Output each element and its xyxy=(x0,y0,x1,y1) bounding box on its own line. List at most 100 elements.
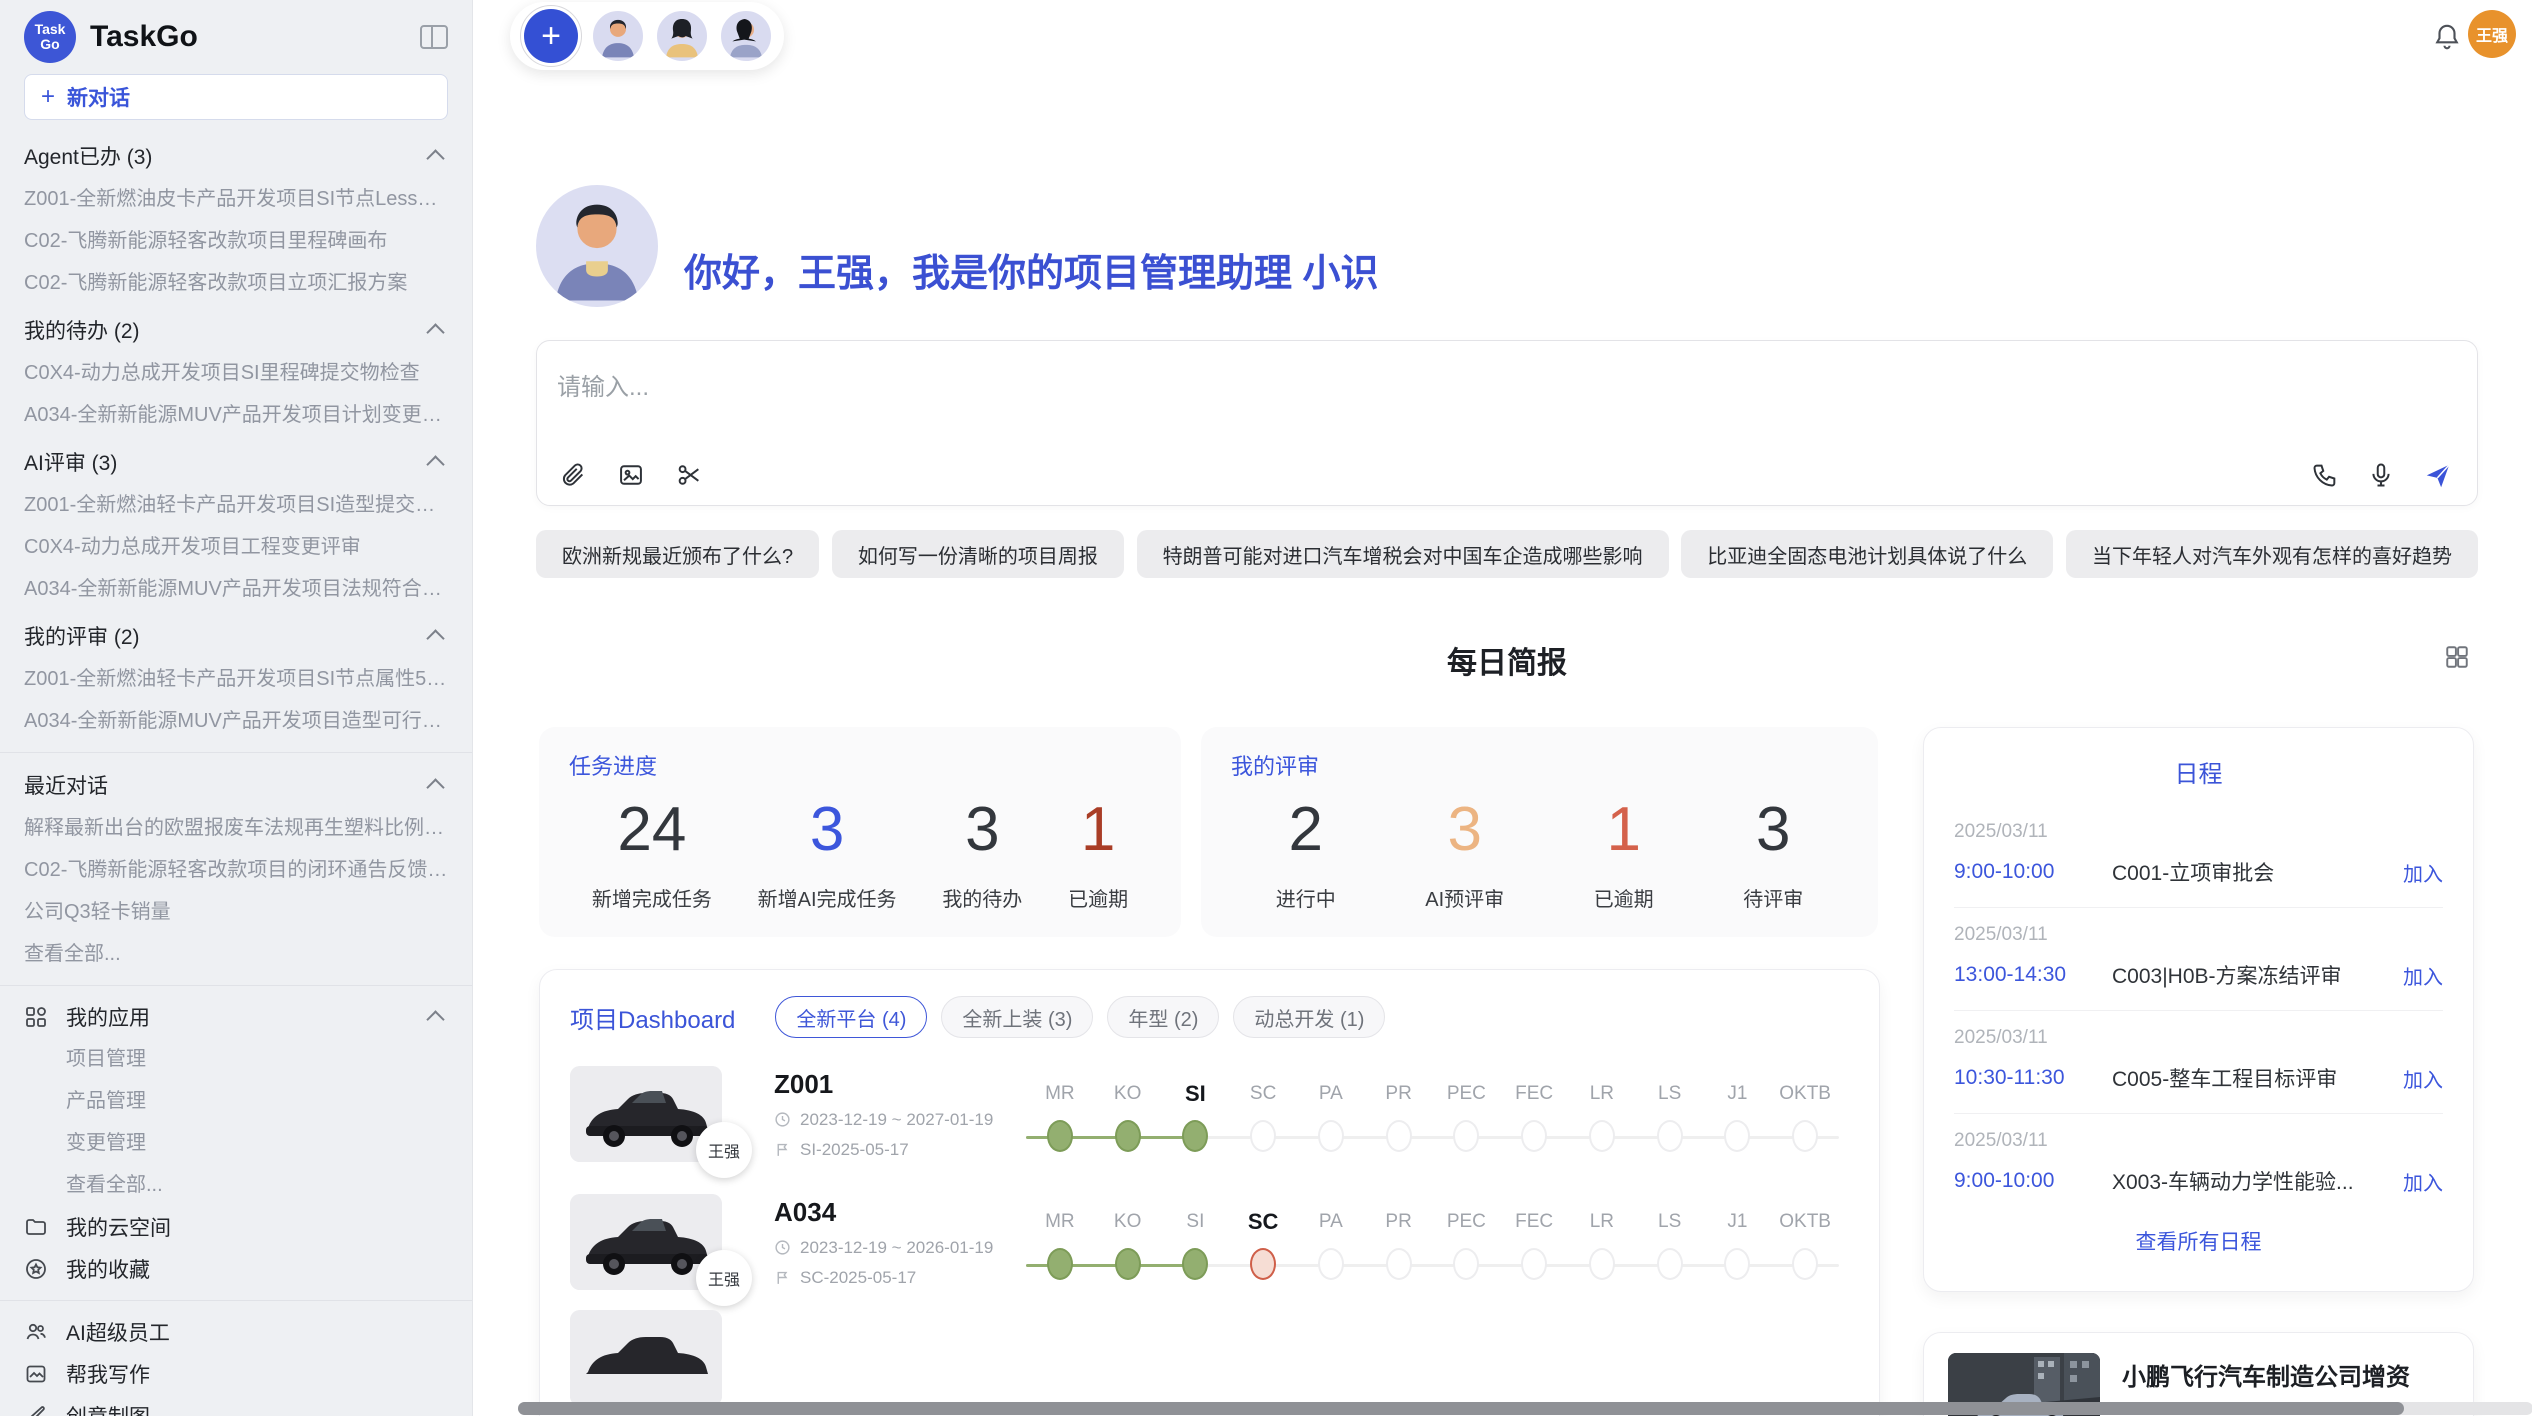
sidebar: Task Go TaskGo + 新对话 Agent已办 (3) Z001-全新… xyxy=(0,0,473,1416)
agent-avatar-2[interactable] xyxy=(654,8,710,64)
my-favorites[interactable]: 我的收藏 xyxy=(24,1248,448,1290)
recent-chat-item[interactable]: 解释最新出台的欧盟报废车法规再生塑料比例被调至15%... xyxy=(24,807,448,849)
microphone-icon[interactable] xyxy=(2367,461,2395,489)
recent-chat-item[interactable]: C02-飞腾新能源轻客改款项目的闭环通告反馈情况 xyxy=(24,849,448,891)
milestone-dot xyxy=(1453,1248,1479,1280)
section-header-agent-done[interactable]: Agent已办 (3) xyxy=(24,134,448,178)
filter-chip[interactable]: 全新平台 (4) xyxy=(775,996,927,1038)
suggestion-chip[interactable]: 欧洲新规最近颁布了什么? xyxy=(536,530,819,578)
tool-help-me-write[interactable]: 帮我写作 xyxy=(24,1353,448,1395)
input-action-tools xyxy=(2311,461,2451,489)
layout-grid-icon[interactable] xyxy=(2444,644,2470,670)
join-link[interactable]: 加入 xyxy=(2403,1167,2443,1196)
my-apps-header[interactable]: 我的应用 xyxy=(24,996,448,1038)
chevron-up-icon xyxy=(426,1010,444,1028)
scrollbar-thumb[interactable] xyxy=(518,1402,2404,1415)
sidebar-collapse-icon[interactable] xyxy=(420,25,448,49)
agent-avatar-3[interactable] xyxy=(718,8,774,64)
phone-icon[interactable] xyxy=(2311,461,2339,489)
suggestion-chip[interactable]: 比亚迪全固态电池计划具体说了什么 xyxy=(1681,530,2053,578)
send-icon[interactable] xyxy=(2423,461,2451,489)
project-row-partial xyxy=(540,1304,1879,1416)
schedule-item: 2025/03/11 13:00-14:30 C003|H0B-方案冻结评审 加… xyxy=(1954,907,2443,1010)
scissors-icon[interactable] xyxy=(675,461,703,489)
chevron-up-icon xyxy=(426,778,444,796)
schedule-title: 日程 xyxy=(1954,754,2443,789)
metric: 3 新增AI完成任务 xyxy=(758,791,897,912)
sidebar-item[interactable]: Z001-全新燃油轻卡产品开发项目SI造型提交物评审 xyxy=(24,484,448,526)
view-all-schedule-link[interactable]: 查看所有日程 xyxy=(1954,1226,2443,1256)
star-badge-icon xyxy=(24,1257,48,1281)
notification-bell-icon[interactable] xyxy=(2432,22,2462,52)
milestone-track: MR KO SI SC PA PR PEC FEC LR LS J1 OKTB xyxy=(1026,1204,1839,1280)
new-chat-button[interactable]: + 新对话 xyxy=(24,74,448,120)
sidebar-item[interactable]: Z001-全新燃油轻卡产品开发项目SI节点属性5D文件评审 xyxy=(24,658,448,700)
sidebar-item[interactable]: C0X4-动力总成开发项目工程变更评审 xyxy=(24,526,448,568)
project-row-a034[interactable]: 王强 A034 2023-12-19 ~ 2026-01-19 S xyxy=(540,1176,1879,1304)
milestone-dot-done xyxy=(1115,1248,1141,1280)
agent-avatar-1[interactable] xyxy=(590,8,646,64)
suggestion-chip[interactable]: 如何写一份清晰的项目周报 xyxy=(832,530,1124,578)
tool-ai-super-staff[interactable]: AI超级员工 xyxy=(24,1311,448,1353)
chevron-up-icon xyxy=(426,323,444,341)
milestone-dot xyxy=(1724,1120,1750,1152)
metric: 2 进行中 xyxy=(1276,791,1336,912)
milestone-dot xyxy=(1386,1120,1412,1152)
section-header-recent-chats[interactable]: 最近对话 xyxy=(24,763,448,807)
sidebar-item[interactable]: C02-飞腾新能源轻客改款项目立项汇报方案 xyxy=(24,262,448,304)
app-item-product-mgmt[interactable]: 产品管理 xyxy=(24,1080,448,1122)
join-link[interactable]: 加入 xyxy=(2403,1064,2443,1093)
suggestion-chip[interactable]: 当下年轻人对汽车外观有怎样的喜好趋势 xyxy=(2066,530,2478,578)
section-header-ai-review[interactable]: AI评审 (3) xyxy=(24,440,448,484)
chevron-up-icon xyxy=(426,629,444,647)
paperclip-icon[interactable] xyxy=(559,461,587,489)
project-owner-badge: 王强 xyxy=(696,1122,752,1178)
greeting-text: 你好，王强，我是你的项目管理助理 小识 xyxy=(684,242,1379,297)
apps-view-all[interactable]: 查看全部... xyxy=(24,1164,448,1206)
sidebar-item[interactable]: C0X4-动力总成开发项目SI里程碑提交物检查 xyxy=(24,352,448,394)
section-header-my-review[interactable]: 我的评审 (2) xyxy=(24,614,448,658)
chat-input[interactable] xyxy=(537,341,2477,433)
project-next-milestone: SC-2025-05-17 xyxy=(800,1268,916,1288)
card-title: 任务进度 xyxy=(569,749,1151,781)
sidebar-item[interactable]: A034-全新新能源MUV产品开发项目法规符合性评审 xyxy=(24,568,448,610)
join-link[interactable]: 加入 xyxy=(2403,961,2443,990)
milestone-dot-done xyxy=(1047,1120,1073,1152)
my-cloud-space[interactable]: 我的云空间 xyxy=(24,1206,448,1248)
logo-line2: Go xyxy=(40,37,59,52)
milestone-dot xyxy=(1589,1120,1615,1152)
input-attachment-tools xyxy=(559,461,703,489)
sidebar-item[interactable]: Z001-全新燃油皮卡产品开发项目SI节点Lesson Learn报告 xyxy=(24,178,448,220)
sidebar-item[interactable]: A034-全新新能源MUV产品开发项目计划变更表编写 xyxy=(24,394,448,436)
image-icon[interactable] xyxy=(617,461,645,489)
add-agent-button[interactable]: + xyxy=(520,5,582,67)
filter-chip[interactable]: 年型 (2) xyxy=(1107,996,1219,1038)
metric: 24 新增完成任务 xyxy=(592,791,712,912)
taskgo-logo: Task Go xyxy=(24,11,76,63)
sidebar-item[interactable]: C02-飞腾新能源轻客改款项目里程碑画布 xyxy=(24,220,448,262)
schedule-item: 2025/03/11 9:00-10:00 X003-车辆动力学性能验... 加… xyxy=(1954,1113,2443,1216)
recent-view-all[interactable]: 查看全部... xyxy=(24,933,448,975)
project-row-z001[interactable]: 王强 Z001 2023-12-19 ~ 2027-01-19 S xyxy=(540,1048,1879,1176)
section-header-my-todo[interactable]: 我的待办 (2) xyxy=(24,308,448,352)
suggestion-chip[interactable]: 特朗普可能对进口汽车增税会对中国车企造成哪些影响 xyxy=(1137,530,1669,578)
project-code: Z001 xyxy=(774,1069,1026,1100)
milestone-dot-done xyxy=(1047,1248,1073,1280)
tool-creative-drawing[interactable]: 创意制图 xyxy=(24,1395,448,1416)
filter-chip[interactable]: 全新上装 (3) xyxy=(941,996,1093,1038)
filter-chip[interactable]: 动总开发 (1) xyxy=(1233,996,1385,1038)
join-link[interactable]: 加入 xyxy=(2403,858,2443,887)
horizontal-scrollbar[interactable] xyxy=(518,1402,2532,1415)
chevron-up-icon xyxy=(426,455,444,473)
metric: 1 已逾期 xyxy=(1068,791,1128,912)
user-avatar[interactable]: 王强 xyxy=(2468,10,2516,58)
project-date-range: 2023-12-19 ~ 2027-01-19 xyxy=(800,1110,993,1130)
recent-chat-item[interactable]: 公司Q3轻卡销量 xyxy=(24,891,448,933)
project-car-image xyxy=(570,1310,722,1406)
app-item-project-mgmt[interactable]: 项目管理 xyxy=(24,1038,448,1080)
metric: 3 AI预评审 xyxy=(1425,791,1504,912)
app-title: TaskGo xyxy=(90,20,420,54)
app-item-change-mgmt[interactable]: 变更管理 xyxy=(24,1122,448,1164)
assistant-avatar xyxy=(536,185,658,307)
sidebar-item[interactable]: A034-全新新能源MUV产品开发项目造型可行性评审 xyxy=(24,700,448,742)
